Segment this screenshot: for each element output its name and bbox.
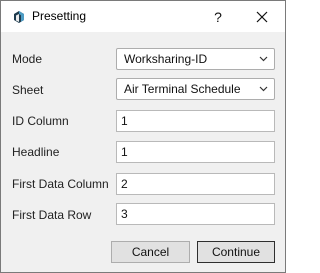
first-data-row-label: First Data Row <box>12 208 92 222</box>
dialog-body: Mode Worksharing-ID Sheet Air Terminal S… <box>1 32 285 272</box>
mode-value: Worksharing-ID <box>124 52 208 66</box>
cancel-button[interactable]: Cancel <box>111 241 190 263</box>
window-title: Presetting <box>32 9 87 23</box>
sheet-dropdown[interactable]: Air Terminal Schedule <box>116 78 275 100</box>
title-bar[interactable]: Presetting ? <box>1 1 285 32</box>
first-data-column-label: First Data Column <box>12 177 109 191</box>
sheet-value: Air Terminal Schedule <box>124 82 241 96</box>
continue-button[interactable]: Continue <box>197 241 275 263</box>
presetting-dialog: Presetting ? Mode Worksharing-ID Sheet A… <box>0 0 286 273</box>
close-button[interactable] <box>247 5 277 29</box>
sheet-label: Sheet <box>12 83 44 97</box>
first-data-row-input[interactable]: 3 <box>116 203 275 225</box>
headline-label: Headline <box>12 145 60 159</box>
id-column-input[interactable]: 1 <box>116 110 275 132</box>
chevron-down-icon <box>259 56 268 62</box>
id-column-label: ID Column <box>12 114 69 128</box>
chevron-down-icon <box>259 86 268 92</box>
headline-input[interactable]: 1 <box>116 141 275 163</box>
app-logo-icon <box>14 11 24 23</box>
mode-dropdown[interactable]: Worksharing-ID <box>116 48 275 70</box>
help-button[interactable]: ? <box>205 5 231 29</box>
mode-label: Mode <box>12 52 43 66</box>
close-icon <box>256 11 268 23</box>
first-data-column-input[interactable]: 2 <box>116 173 275 195</box>
